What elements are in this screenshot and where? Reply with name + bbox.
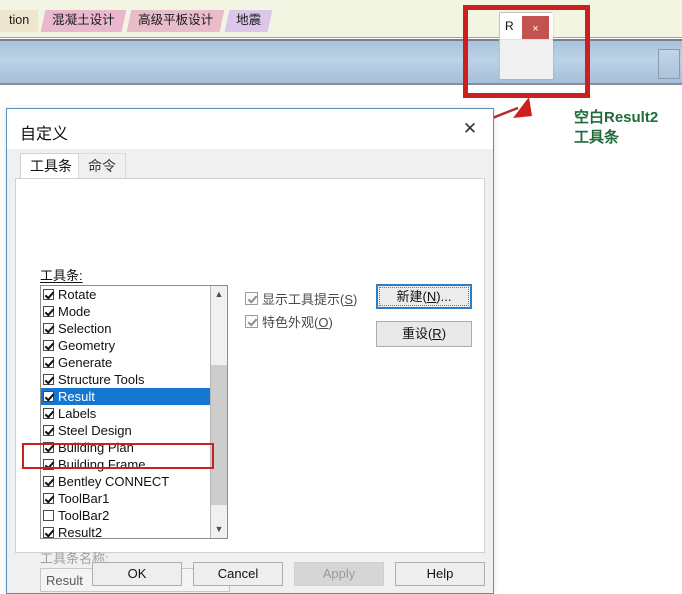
toolbar-list-item[interactable]: Generate <box>41 354 211 371</box>
checkbox-icon[interactable] <box>43 408 54 419</box>
new-toolbar-button[interactable]: 新建(N)... <box>376 284 472 309</box>
ribbon-tab-2[interactable]: 高级平板设计 <box>126 10 225 32</box>
toolbar-list-item[interactable]: Selection <box>41 320 211 337</box>
checkbox-icon[interactable] <box>43 357 54 368</box>
checkbox-icon[interactable] <box>43 374 54 385</box>
toolbar-list-item[interactable]: Result <box>41 388 211 405</box>
toolbar-list-item-label: Mode <box>58 303 91 319</box>
ribbon-tab-3-label: 地震 <box>235 13 261 27</box>
dialog-titlebar: 自定义 ✕ <box>7 109 493 149</box>
scroll-up-icon[interactable]: ▲ <box>211 286 227 303</box>
toolbar-list-item[interactable]: Bentley CONNECT <box>41 473 211 490</box>
checkbox-icon[interactable] <box>43 306 54 317</box>
toolbars-list-label: 工具条: <box>40 265 83 284</box>
toolbar-list-item[interactable]: Rotate <box>41 286 211 303</box>
checkbox-icon[interactable] <box>43 476 54 487</box>
listbox-scrollbar[interactable]: ▲ ▼ <box>210 286 227 538</box>
toolbars-listbox[interactable]: Rotate Mode Selection Geometry Generate Struc… <box>40 285 228 539</box>
scroll-down-icon[interactable]: ▼ <box>211 521 227 538</box>
toolbar-list-item[interactable]: Geometry <box>41 337 211 354</box>
annotation-highlight-rect-toolbar <box>463 5 590 98</box>
toolbar-list-item[interactable]: ToolBar2 <box>41 507 211 524</box>
toolbar-list-item-label: Selection <box>58 320 112 336</box>
checkbox-icon[interactable] <box>43 391 54 402</box>
dialog-tabstrip: 工具条 命令 <box>7 149 493 179</box>
checkbox-icon[interactable] <box>43 340 54 351</box>
checkbox-icon[interactable] <box>43 527 54 538</box>
tab-toolbars[interactable]: 工具条 <box>20 153 82 179</box>
ribbon-tab-1[interactable]: 混凝土设计 <box>40 10 127 32</box>
dialog-page-toolbars: 工具条: Rotate Mode Selection Geometry Generate… <box>15 178 485 592</box>
toolbar-list-item-label: Geometry <box>58 337 116 353</box>
annotation-label: 空白Result2 工具条 <box>574 108 658 148</box>
scrollbar-thumb[interactable] <box>211 365 227 505</box>
checkbox-icon[interactable] <box>245 292 258 305</box>
toolbar-list-item-label: Structure Tools <box>58 371 145 387</box>
option-show-tooltips-label: 显示工具提示(S) <box>262 292 358 307</box>
toolbar-list-item-label: Generate <box>58 354 113 370</box>
annotation-highlight-rect-result2 <box>22 443 214 469</box>
ribbon-tab-0[interactable]: tion <box>0 10 39 32</box>
ribbon-tab-3[interactable]: 地震 <box>224 10 273 32</box>
ribbon-tab-list: tion 混凝土设计 高级平板设计 地震 <box>0 10 275 32</box>
help-button[interactable]: Help <box>395 562 485 586</box>
toolbar-list-item[interactable]: ToolBar1 <box>41 490 211 507</box>
customize-dialog: 自定义 ✕ 工具条 命令 工具条: Rotate Mode Selection Geo… <box>6 108 494 594</box>
ribbon-tab-1-label: 混凝土设计 <box>52 13 115 27</box>
toolbar-list-item[interactable]: Steel Design <box>41 422 211 439</box>
option-cool-look[interactable]: 特色外观(O) <box>245 312 333 331</box>
checkbox-icon[interactable] <box>43 510 54 521</box>
toolbars-list-label-text: 工具条: <box>40 268 83 283</box>
dialog-close-icon[interactable]: ✕ <box>455 117 485 141</box>
checkbox-icon[interactable] <box>43 493 54 504</box>
toolbar-list-item-label: Rotate <box>58 286 97 302</box>
toolbar-list-item-label: Result2 <box>58 524 103 539</box>
tab-commands[interactable]: 命令 <box>78 153 126 179</box>
toolbar-list-item[interactable]: Labels <box>41 405 211 422</box>
checkbox-icon[interactable] <box>245 315 258 328</box>
toolbars-list-items: Rotate Mode Selection Geometry Generate Struc… <box>41 286 211 539</box>
toolbar-list-item[interactable]: Mode <box>41 303 211 320</box>
ribbon-tab-0-label: tion <box>9 13 30 27</box>
toolbar-list-item-label: ToolBar2 <box>58 507 110 523</box>
toolbar-list-item-label: Steel Design <box>58 422 132 438</box>
dialog-title: 自定义 <box>20 126 69 143</box>
ok-button[interactable]: OK <box>92 562 182 586</box>
cancel-button[interactable]: Cancel <box>193 562 283 586</box>
toolbar-list-item-label: ToolBar1 <box>58 490 110 506</box>
new-toolbar-button-label: 新建(N)... <box>396 289 452 304</box>
screenshot-root: tion 混凝土设计 高级平板设计 地震 R × 空白Result2 工具条 自… <box>0 0 682 594</box>
checkbox-icon[interactable] <box>43 425 54 436</box>
band-right-control[interactable] <box>658 49 680 79</box>
toolbar-list-item[interactable]: Result2 <box>41 524 211 539</box>
checkbox-icon[interactable] <box>43 323 54 334</box>
checkbox-icon[interactable] <box>43 289 54 300</box>
ribbon-tab-2-label: 高级平板设计 <box>137 13 213 27</box>
option-cool-look-label: 特色外观(O) <box>262 315 333 330</box>
annotation-label-line2: 工具条 <box>574 129 620 146</box>
toolbar-list-item[interactable]: Structure Tools <box>41 371 211 388</box>
toolbar-list-item-label: Result <box>58 388 95 404</box>
reset-button[interactable]: 重设(R) <box>376 321 472 347</box>
reset-button-label: 重设(R) <box>401 326 447 341</box>
option-show-tooltips[interactable]: 显示工具提示(S) <box>245 289 357 308</box>
toolbar-list-item-label: Bentley CONNECT <box>58 473 170 489</box>
toolbar-list-item-label: Labels <box>58 405 97 421</box>
apply-button: Apply <box>294 562 384 586</box>
annotation-label-line1: 空白Result2 <box>574 109 659 126</box>
